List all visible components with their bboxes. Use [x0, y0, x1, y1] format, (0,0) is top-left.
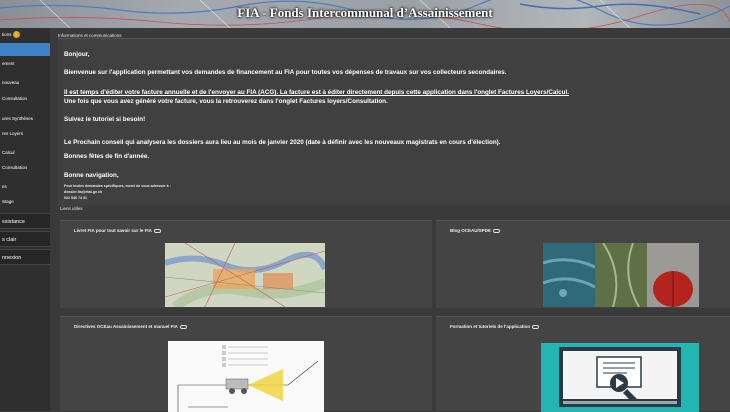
sidebar-item-label: Stage	[2, 199, 14, 204]
sidebar-item-invoice-consultation[interactable]: Consultation	[0, 161, 50, 174]
link-card-tutorials[interactable]: Formation et tutoriels de l'application	[436, 316, 730, 412]
sidebar-item-consultation[interactable]: Consultation	[0, 92, 50, 105]
contact-phone: 022 546 74 31	[64, 196, 87, 200]
main-content: Informations et communications Bonjour, …	[50, 28, 730, 412]
external-link-icon	[179, 324, 187, 329]
sidebar-item-label: tions	[2, 32, 12, 37]
card-title: Livret FIA pour tout savoir sur le FIA	[74, 228, 161, 233]
holidays-text: Bonnes fêtes de fin d'année.	[64, 153, 150, 160]
sidebar-item-label: ement	[2, 61, 15, 66]
sidebar-item-label: es	[2, 184, 7, 189]
link-card-blog[interactable]: Blog OCEAU/SPDE	[436, 220, 730, 308]
card-title: Formation et tutoriels de l'application	[450, 324, 540, 329]
sidebar-item-home[interactable]	[0, 43, 50, 56]
photos-image	[543, 243, 699, 307]
message-panel: Bonjour, Bienvenue sur l'application per…	[58, 38, 730, 206]
sidebar-item-label: nouveau	[2, 80, 20, 85]
link-card-livret[interactable]: Livret FIA pour tout savoir sur le FIA	[60, 220, 432, 308]
map-image	[165, 243, 325, 307]
navigation-text: Bonne navigation,	[64, 172, 119, 179]
video-tutorial-image[interactable]	[541, 343, 699, 412]
header-banner: FIA - Fonds Intercommunal d’Assainisseme…	[0, 0, 730, 28]
card-title: Directives OCEau Assainissement et manue…	[74, 324, 187, 329]
sidebar-section-clair[interactable]: s clair	[0, 231, 50, 247]
sidebar-item-stage[interactable]: Stage	[0, 195, 50, 208]
external-link-icon	[493, 228, 501, 233]
sidebar-item-label: Consultation	[2, 165, 28, 170]
next-council-text: Le Prochain conseil qui analysera les do…	[64, 139, 501, 146]
sidebar-section-logout[interactable]: nnexion	[0, 249, 50, 265]
sidebar-section-label: nnexion	[2, 255, 22, 261]
sidebar-item-syntheses[interactable]: ures Synthèses	[0, 112, 50, 125]
welcome-text: Bienvenue sur l'application permettant v…	[64, 69, 507, 76]
external-link-icon	[532, 324, 540, 329]
sidebar-item-invoice-rent[interactable]: res Loyers	[0, 127, 50, 140]
sidebar-item-label: res Loyers	[2, 131, 24, 136]
tutorial-text: Suivez le tutoriel si besoin!	[64, 116, 146, 123]
sidebar-item-management[interactable]: ement	[0, 57, 50, 70]
contact-text: Pour toutes demandes spécifiques, merci …	[64, 184, 171, 188]
sidebar-item-label: Consultation	[2, 96, 28, 101]
sidebar-section-assistance[interactable]: ssistance	[0, 213, 50, 229]
card-title: Blog OCEAU/SPDE	[450, 228, 501, 233]
sidebar: tions! ement nouveau Consultation ures S…	[0, 28, 50, 411]
sidebar-item-calculation[interactable]: Calcul	[0, 146, 50, 159]
sidebar-item-label: ures Synthèses	[2, 116, 34, 121]
sidebar-item-new[interactable]: nouveau	[0, 76, 50, 89]
link-card-directives[interactable]: Directives OCEau Assainissement et manue…	[60, 316, 432, 412]
invoice-text-1: Il est temps d'éditer votre facture annu…	[64, 89, 569, 96]
app-title: FIA - Fonds Intercommunal d’Assainisseme…	[237, 5, 493, 20]
contact-email[interactable]: dossier.fia@etat-ge.ch	[64, 190, 102, 194]
sidebar-item-es[interactable]: es	[0, 180, 50, 193]
diagram-image	[168, 341, 324, 412]
links-section-label: Liens utiles	[60, 206, 83, 211]
sidebar-item-label: Calcul	[2, 150, 15, 155]
invoice-text-2: Une fois que vous avez généré votre fact…	[64, 98, 388, 105]
sidebar-section-label: ssistance	[2, 219, 25, 225]
sidebar-section-label: s clair	[2, 237, 17, 243]
sidebar-item-notifications[interactable]: tions!	[0, 28, 50, 41]
notification-badge: !	[12, 31, 20, 39]
external-link-icon	[153, 228, 161, 233]
greeting-text: Bonjour,	[64, 51, 90, 58]
